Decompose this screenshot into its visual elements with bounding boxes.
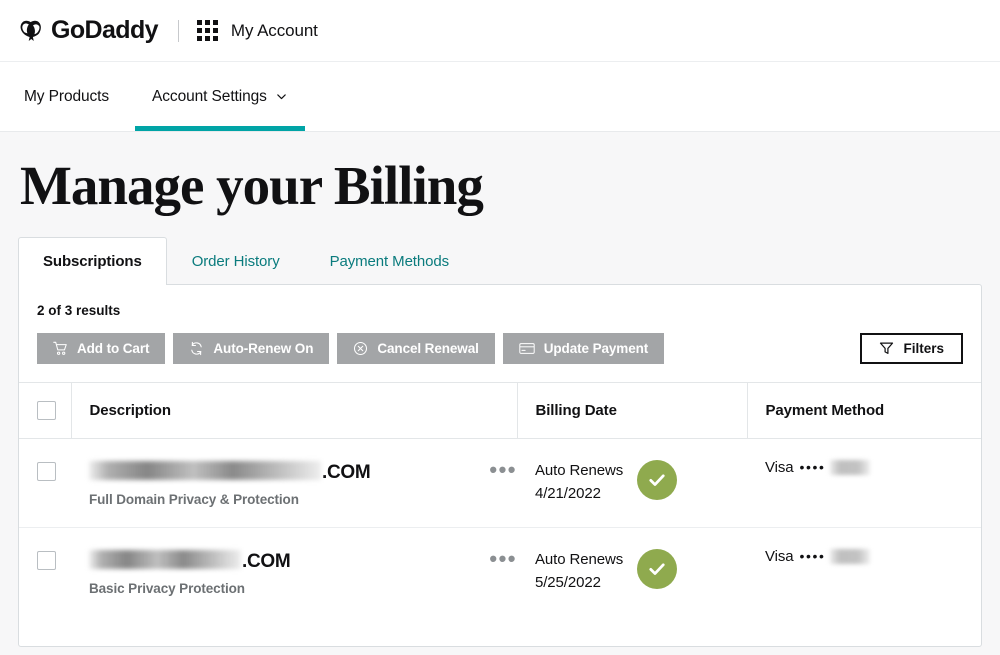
redacted-domain bbox=[89, 549, 241, 569]
select-all-checkbox[interactable] bbox=[37, 400, 56, 420]
column-header-billing-date: Billing Date bbox=[516, 381, 747, 439]
tab-label-subscriptions: Subscriptions bbox=[43, 252, 142, 270]
nav-item-account-settings[interactable]: Account Settings bbox=[135, 62, 305, 131]
domain-tld: .COM bbox=[322, 461, 371, 483]
page-body: Manage your Billing Subscriptions Order … bbox=[0, 157, 1000, 647]
page-title: Manage your Billing bbox=[20, 155, 484, 216]
bulk-actions-toolbar: Add to Cart Auto-Renew On Cancel Renewal… bbox=[37, 332, 963, 382]
row-billing-date-cell: Auto Renews 5/25/2022 bbox=[517, 527, 747, 616]
update-payment-button[interactable]: Update Payment bbox=[502, 332, 665, 364]
nav-item-my-products[interactable]: My Products bbox=[24, 62, 109, 131]
check-glyph bbox=[649, 474, 665, 486]
top-bar: GoDaddy My Account bbox=[0, 0, 1000, 62]
billing-tabs: Subscriptions Order History Payment Meth… bbox=[18, 236, 982, 285]
row-overflow-menu-icon[interactable]: ••• bbox=[471, 547, 517, 569]
card-toolbar-area: 2 of 3 results Add to Cart Auto-Renew On… bbox=[19, 285, 981, 382]
table-row: .COM Full Domain Privacy & Protection ••… bbox=[19, 438, 981, 528]
results-count: 2 of 3 results bbox=[37, 302, 121, 318]
product-name: Basic Privacy Protection bbox=[89, 580, 245, 596]
domain-name[interactable]: .COM bbox=[89, 548, 471, 573]
nav-label-my-products: My Products bbox=[24, 87, 110, 105]
row-select-cell bbox=[19, 438, 71, 528]
billing-date: 4/21/2022 bbox=[535, 485, 601, 502]
godaddy-heart-logo-icon bbox=[20, 20, 41, 41]
row-description-cell: .COM Full Domain Privacy & Protection ••… bbox=[71, 438, 517, 528]
billing-status: Auto Renews bbox=[535, 550, 624, 568]
redacted-last4 bbox=[829, 548, 870, 564]
cancel-renewal-label: Cancel Renewal bbox=[377, 340, 479, 356]
row-description-cell: .COM Basic Privacy Protection ••• bbox=[71, 527, 517, 616]
column-header-payment-method: Payment Method bbox=[746, 381, 981, 439]
row-billing-date-cell: Auto Renews 4/21/2022 bbox=[517, 438, 747, 528]
shopping-cart-icon bbox=[53, 341, 67, 355]
godaddy-wordmark: GoDaddy bbox=[51, 16, 159, 44]
cancel-renewal-button[interactable]: Cancel Renewal bbox=[337, 332, 495, 364]
tab-order-history[interactable]: Order History bbox=[167, 237, 305, 284]
payment-mask-bullets: •••• bbox=[799, 548, 826, 565]
select-all-header bbox=[19, 381, 71, 439]
row-overflow-menu-icon[interactable]: ••• bbox=[471, 458, 517, 480]
billing-date: 5/25/2022 bbox=[535, 574, 601, 591]
row-select-cell bbox=[19, 527, 71, 616]
auto-renew-button[interactable]: Auto-Renew On bbox=[173, 332, 330, 364]
tab-subscriptions[interactable]: Subscriptions bbox=[18, 236, 167, 285]
table-header: Description Billing Date Payment Method bbox=[19, 381, 981, 439]
add-to-cart-button[interactable]: Add to Cart bbox=[37, 332, 166, 364]
table-header-row: Description Billing Date Payment Method bbox=[19, 381, 981, 439]
redacted-domain bbox=[89, 460, 321, 480]
tab-label-order-history: Order History bbox=[191, 252, 280, 270]
filters-button[interactable]: Filters bbox=[860, 332, 963, 364]
table-row: .COM Basic Privacy Protection ••• Auto R… bbox=[19, 527, 981, 616]
check-glyph bbox=[649, 563, 665, 575]
green-check-circle-icon bbox=[637, 548, 678, 589]
funnel-filter-icon bbox=[880, 342, 894, 354]
card-footer bbox=[19, 616, 981, 646]
table-body: .COM Full Domain Privacy & Protection ••… bbox=[19, 438, 981, 616]
my-account-label[interactable]: My Account bbox=[231, 21, 318, 41]
subscriptions-card: 2 of 3 results Add to Cart Auto-Renew On… bbox=[18, 283, 982, 647]
filters-label: Filters bbox=[903, 340, 944, 356]
update-payment-label: Update Payment bbox=[543, 340, 649, 356]
credit-card-icon bbox=[519, 342, 535, 354]
subscriptions-table: Description Billing Date Payment Method bbox=[19, 381, 981, 616]
billing-status: Auto Renews bbox=[535, 461, 624, 479]
apps-grid-icon[interactable] bbox=[196, 20, 218, 41]
row-payment-method-cell: Visa •••• bbox=[747, 527, 981, 616]
domain-tld: .COM bbox=[242, 550, 291, 572]
header-divider bbox=[177, 19, 179, 42]
green-check-circle-icon bbox=[637, 459, 678, 500]
chevron-down-icon bbox=[277, 94, 286, 100]
circle-x-icon bbox=[354, 341, 368, 355]
payment-mask-bullets: •••• bbox=[799, 459, 826, 476]
nav-label-account-settings: Account Settings bbox=[152, 87, 267, 105]
auto-renew-label: Auto-Renew On bbox=[213, 340, 314, 356]
product-name: Full Domain Privacy & Protection bbox=[89, 491, 299, 507]
payment-brand: Visa bbox=[765, 547, 794, 565]
domain-name[interactable]: .COM bbox=[89, 459, 471, 484]
refresh-cycle-icon bbox=[191, 341, 203, 355]
add-to-cart-label: Add to Cart bbox=[77, 340, 150, 356]
column-header-description: Description bbox=[70, 381, 517, 439]
row-payment-method-cell: Visa •••• bbox=[747, 438, 981, 528]
redacted-last4 bbox=[829, 459, 870, 475]
primary-nav: My Products Account Settings bbox=[0, 62, 1000, 132]
godaddy-logo[interactable]: GoDaddy bbox=[18, 16, 159, 45]
row-checkbox[interactable] bbox=[37, 550, 56, 570]
tab-payment-methods[interactable]: Payment Methods bbox=[305, 237, 474, 284]
payment-brand: Visa bbox=[765, 458, 794, 476]
row-checkbox[interactable] bbox=[37, 461, 56, 481]
tab-label-payment-methods: Payment Methods bbox=[329, 252, 450, 270]
